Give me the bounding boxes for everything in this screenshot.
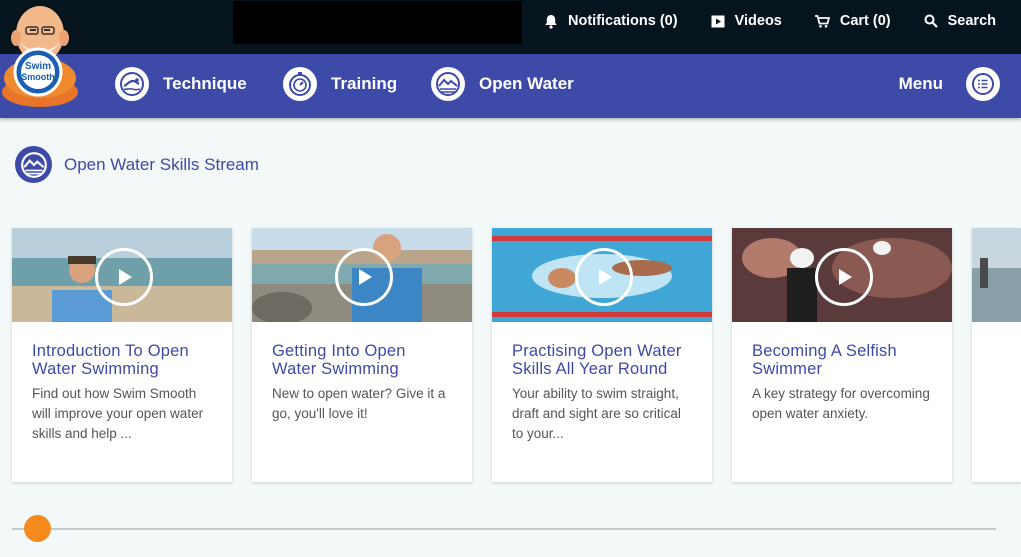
main-nav: Technique Training Open Water Menu (0, 54, 1021, 118)
play-icon[interactable] (335, 248, 393, 306)
card-title[interactable]: Getting Into Open Water Swimming (252, 342, 472, 378)
nav-training[interactable]: Training (283, 67, 397, 101)
carousel-scrollbar-track[interactable] (12, 528, 996, 530)
cart-label: Cart (0) (839, 13, 891, 29)
training-icon (283, 67, 317, 101)
nav-open-water[interactable]: Open Water (431, 67, 574, 101)
top-bar: Notifications (0) Videos Cart (0) Search (0, 0, 1021, 54)
video-thumbnail[interactable] (252, 228, 472, 322)
video-card[interactable]: Becoming A Selfish Swimmer A key strateg… (732, 228, 952, 482)
videos-label: Videos (734, 13, 782, 29)
notifications-label: Notifications (0) (568, 13, 678, 29)
redacted-banner (233, 1, 522, 44)
menu-label: Menu (898, 74, 943, 93)
play-icon[interactable] (575, 248, 633, 306)
card-title[interactable]: Introduction To Open Water Swimming (12, 342, 232, 378)
list-menu-icon (966, 67, 1000, 101)
stream-title: Open Water Skills Stream (64, 154, 259, 174)
svg-text:Swim: Swim (25, 61, 51, 72)
videos-link[interactable]: Videos (711, 13, 782, 29)
notifications-link[interactable]: Notifications (0) (544, 13, 678, 29)
search-link[interactable]: Search (924, 13, 996, 29)
menu-button[interactable]: Menu (899, 67, 1000, 101)
video-thumbnail[interactable] (12, 228, 232, 322)
swim-smooth-logo[interactable]: Swim Smooth (0, 0, 82, 110)
nav-training-label: Training (331, 74, 398, 93)
card-title[interactable]: Practising Open Water Skills All Year Ro… (492, 342, 712, 378)
card-description: Find out how Swim Smooth will improve yo… (32, 386, 204, 441)
nav-technique-label: Technique (163, 74, 247, 93)
technique-icon (115, 67, 149, 101)
cart-link[interactable]: Cart (0) (814, 13, 891, 29)
nav-technique[interactable]: Technique (115, 67, 247, 101)
search-label: Search (947, 13, 996, 29)
open-water-icon (431, 67, 465, 101)
card-description: A key strategy for overcoming open water… (752, 386, 930, 421)
video-card[interactable]: Getting Into Open Water Swimming New to … (252, 228, 472, 482)
play-icon[interactable] (95, 248, 153, 306)
top-nav: Notifications (0) Videos Cart (0) Search (511, 0, 996, 42)
card-description: New to open water? Give it a go, you'll … (272, 386, 446, 421)
search-icon (924, 14, 938, 28)
bell-icon (545, 14, 557, 29)
stream-header: Open Water Skills Stream (15, 146, 259, 183)
card-title[interactable]: Becoming A Selfish Swimmer (732, 342, 952, 378)
cart-icon (814, 14, 830, 28)
video-card[interactable]: Practising Open Water Skills All Year Ro… (492, 228, 712, 482)
carousel-scrollbar-thumb[interactable] (24, 515, 51, 542)
video-icon (711, 15, 725, 27)
card-description: Your ability to swim straight, draft and… (512, 386, 681, 441)
svg-text:Smooth: Smooth (21, 72, 55, 82)
video-thumbnail[interactable] (492, 228, 712, 322)
video-thumbnail[interactable] (972, 228, 1021, 322)
mascot-logo-icon: Swim Smooth (2, 6, 78, 107)
nav-open-water-label: Open Water (479, 74, 574, 93)
video-card-partial[interactable] (972, 228, 1021, 482)
video-thumbnail[interactable] (732, 228, 952, 322)
open-water-stream-icon (15, 146, 52, 183)
video-card[interactable]: Introduction To Open Water Swimming Find… (12, 228, 232, 482)
play-icon[interactable] (815, 248, 873, 306)
